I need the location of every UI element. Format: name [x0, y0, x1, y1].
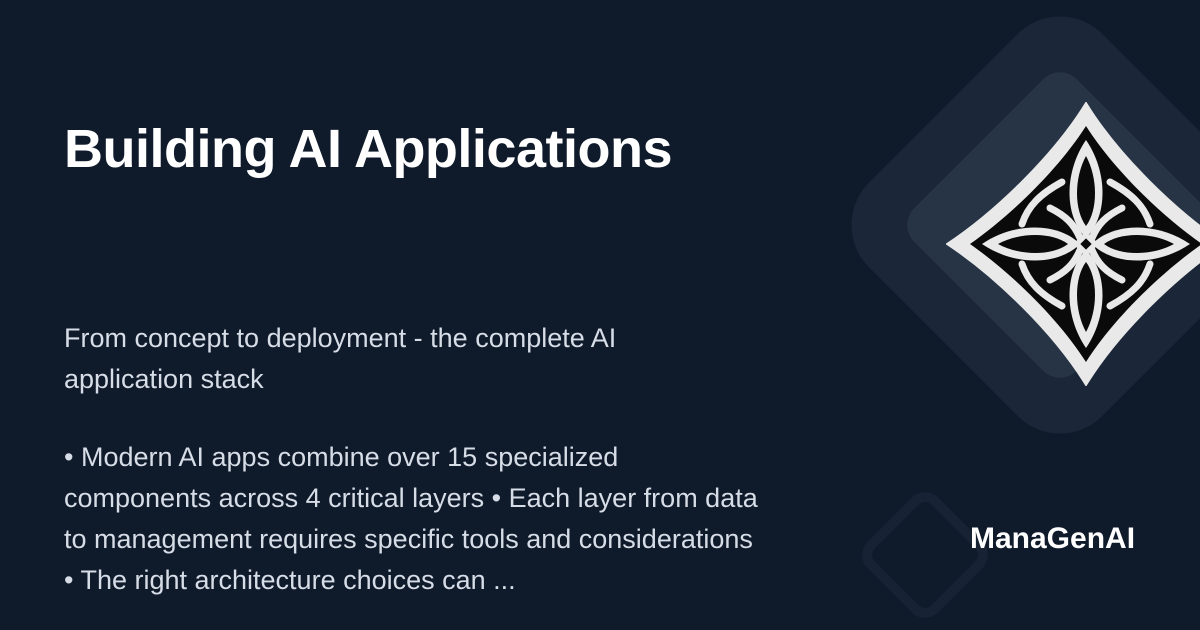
diamond-pattern-logo-icon [946, 102, 1200, 386]
subtitle: From concept to deployment - the complet… [64, 323, 617, 394]
brand-name: ManaGenAI [970, 522, 1136, 555]
summary-text: • Modern AI apps combine over 15 special… [64, 442, 758, 595]
page-title: Building AI Applications [64, 119, 672, 179]
